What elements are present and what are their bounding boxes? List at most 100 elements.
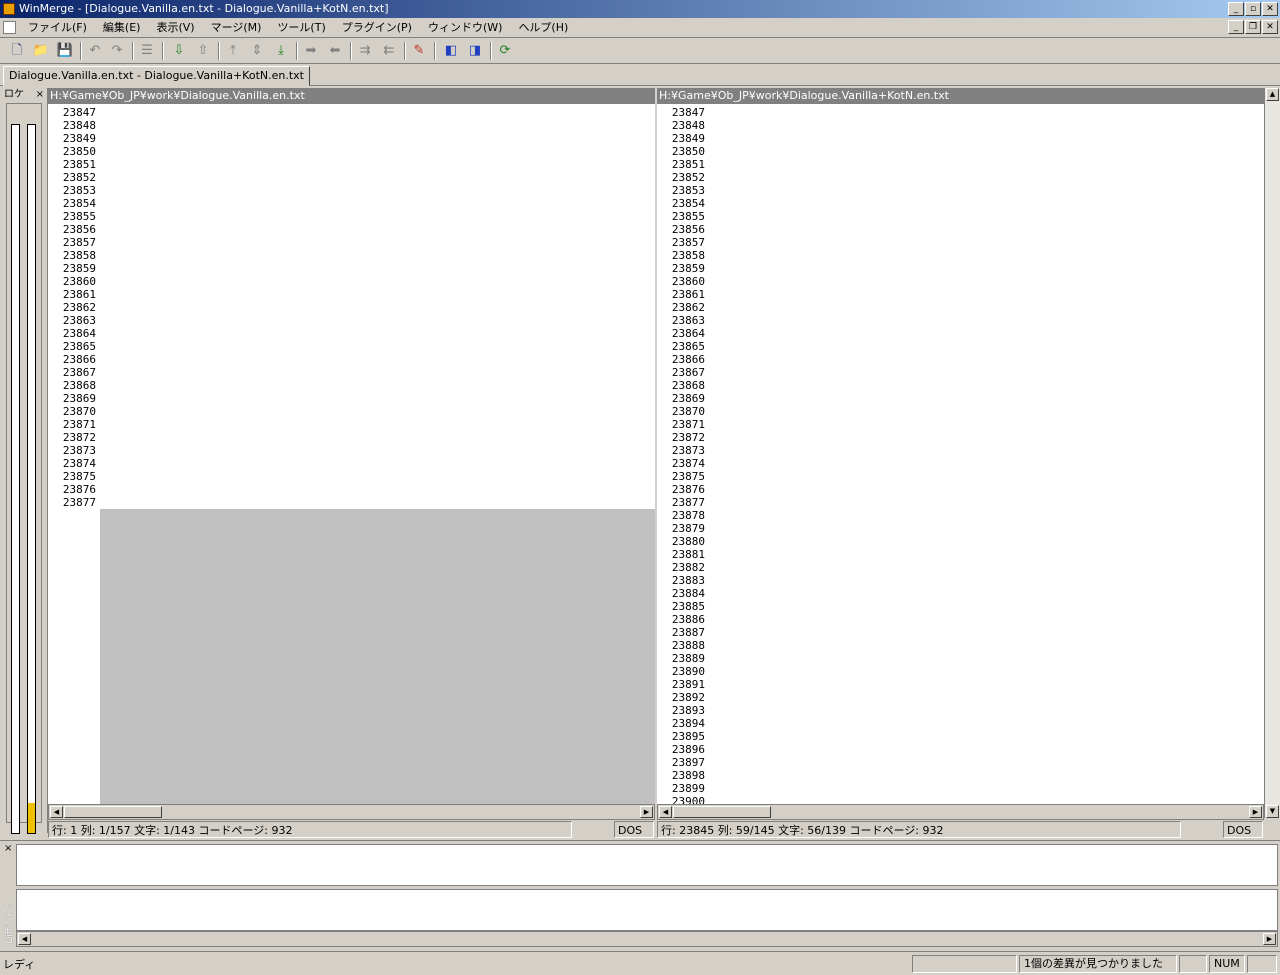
text-line[interactable]: 23849FormID: 0018D88FTrainingConjuration…: [657, 132, 1264, 145]
text-line[interactable]: 23856FormID: 0018D924SQ08SQ08Wine2Oh! I …: [48, 223, 655, 236]
text-line[interactable]: 23855FormID: 0018D924SQ08SQ08Wine1These …: [657, 210, 1264, 223]
diff-pane-right[interactable]: [16, 889, 1278, 931]
compare-icon[interactable]: ◧: [442, 42, 460, 60]
scroll-right-arrow[interactable]: ▶: [640, 806, 653, 818]
text-line[interactable]: 23862FormID: 0018D929SQ08HELLO 0So, what…: [48, 301, 655, 314]
menu-view[interactable]: 表示(V): [148, 18, 202, 38]
refresh-icon[interactable]: ⟳: [496, 42, 514, 60]
text-line[interactable]: 23858FormID: 0018D925SQFINSQ08Wine0You h…: [48, 249, 655, 262]
copy-all-left-icon[interactable]: ⇇: [380, 42, 398, 60]
last-diff-icon[interactable]: ⤓: [272, 42, 290, 60]
diff-line[interactable]: 23896FormID: 01002911ND00GREETING0Please…: [657, 743, 1264, 756]
prev-diff-icon[interactable]: ⇧: [194, 42, 212, 60]
doc-close-button[interactable]: ✕: [1262, 20, 1278, 34]
text-line[interactable]: 23875FormID: 0018D935SQFINGREETING0Welco…: [657, 470, 1264, 483]
compare-selection-icon[interactable]: ◨: [466, 42, 484, 60]
scroll-down-arrow[interactable]: ▼: [1266, 805, 1279, 818]
text-line[interactable]: 23874FormID: 0018D92ESQ08ShadowbanishWin…: [657, 457, 1264, 470]
text-line[interactable]: 23874FormID: 0018D92ESQ08ShadowbanishWin…: [48, 457, 655, 470]
text-line[interactable]: 23850FormID: 0018D88FTrainingConjuration…: [48, 145, 655, 158]
text-line[interactable]: 23854FormID: 0018D924SQ08SQ08Wine0I'm at…: [48, 197, 655, 210]
text-line[interactable]: 23862FormID: 0018D929SQ08HELLO 0So, what…: [657, 301, 1264, 314]
right-horizontal-scrollbar[interactable]: ◀ ▶: [657, 804, 1264, 820]
doc-minimize-button[interactable]: _: [1228, 20, 1244, 34]
text-line[interactable]: 23869FormID: 0018D92DSQ08SQ08Wine2Say, t…: [657, 392, 1264, 405]
text-line[interactable]: 23876FormID: 0018D936SQFINHELLO 0Back ag…: [657, 483, 1264, 496]
close-button[interactable]: ✕: [1262, 2, 1278, 16]
text-line[interactable]: 23847FormID: 0018D88ETrainingMysticismTr…: [657, 106, 1264, 119]
text-line[interactable]: 23860FormID: 0018D927SQ08GOODBYE 0Have a…: [657, 275, 1264, 288]
text-line[interactable]: 23852FormID: 0018D892TrainingConjuration…: [48, 171, 655, 184]
diff-line[interactable]: 23892FormID: 0100290FND02GREETING0By the…: [657, 691, 1264, 704]
doc-restore-button[interactable]: ❐: [1245, 20, 1261, 34]
diff-line[interactable]: 23884FormID: 0100290CND10FINGREETING0Com…: [657, 587, 1264, 600]
tab-document[interactable]: Dialogue.Vanilla.en.txt - Dialogue.Vanil…: [3, 66, 310, 86]
diff-line[interactable]: 23885FormID: 0100290DND10FINGREETING0Lor…: [657, 600, 1264, 613]
menu-merge[interactable]: マージ(M): [203, 18, 270, 38]
diff-line[interactable]: 23878FormID: 01002908ND04GREETING0You ha…: [657, 509, 1264, 522]
save-icon[interactable]: 💾: [56, 42, 74, 60]
diff-line[interactable]: 23883FormID: 0100290BNDPilgrimGREETING0 …: [657, 574, 1264, 587]
text-line[interactable]: 23871FormID: 0018D92ESQ08ShadowbanishWin…: [48, 418, 655, 431]
diff-line[interactable]: 23895FormID: 01002910ND09GREETING2The ti…: [657, 730, 1264, 743]
scroll-thumb[interactable]: [64, 806, 162, 818]
text-line[interactable]: 23850FormID: 0018D88FTrainingConjuration…: [657, 145, 1264, 158]
diff-line[interactable]: 23890FormID: 0100290END02GREETING1Step f…: [657, 665, 1264, 678]
options-icon[interactable]: ☰: [138, 42, 156, 60]
location-pane-close-icon[interactable]: ×: [36, 88, 44, 102]
text-line[interactable]: 23872FormID: 0018D92ESQ08ShadowbanishWin…: [48, 431, 655, 444]
scroll-up-arrow[interactable]: ▲: [1266, 88, 1279, 101]
diff-line[interactable]: 23887FormID: 0100290DND10FINGREETING2You…: [657, 626, 1264, 639]
text-line[interactable]: 23868FormID: 0018D92DSQ08SQ08Wine1But on…: [48, 379, 655, 392]
minimize-button[interactable]: _: [1228, 2, 1244, 16]
diff-line[interactable]: 23891FormID: 0100290END02GREETING2No unw…: [657, 678, 1264, 691]
diff-line[interactable]: 23889FormID: 0100290END02GREETING0By the…: [657, 652, 1264, 665]
copy-all-right-icon[interactable]: ⇉: [356, 42, 374, 60]
text-line[interactable]: 23854FormID: 0018D924SQ08SQ08Wine0I'm at…: [657, 197, 1264, 210]
diff-line[interactable]: 23897FormID: 01002912ND00GREETING0Do you…: [657, 756, 1264, 769]
text-line[interactable]: 23872FormID: 0018D92ESQ08ShadowbanishWin…: [657, 431, 1264, 444]
diff-line[interactable]: 23899FormID: 01002913ND00GREETING1It'd b…: [657, 782, 1264, 795]
text-line[interactable]: 23861FormID: 0018D928SQ08HELLO 0Welcome …: [657, 288, 1264, 301]
left-horizontal-scrollbar[interactable]: ◀ ▶: [48, 804, 655, 820]
text-line[interactable]: 23860FormID: 0018D927SQ08GOODBYE 0Have a…: [48, 275, 655, 288]
diff-line[interactable]: 23886FormID: 0100290DND10FINGREETING1You…: [657, 613, 1264, 626]
menu-edit[interactable]: 編集(E): [95, 18, 149, 38]
right-editor[interactable]: 23847FormID: 0018D88ETrainingMysticismTr…: [657, 106, 1264, 818]
text-line[interactable]: 23856FormID: 0018D924SQ08SQ08Wine2Oh! I …: [657, 223, 1264, 236]
text-line[interactable]: 23875FormID: 0018D935SQFINGREETING0Welco…: [48, 470, 655, 483]
menu-help[interactable]: ヘルプ(H): [510, 18, 576, 38]
text-line[interactable]: 23870FormID: 0018D92DSQ08SQ08Wine3All I …: [48, 405, 655, 418]
diff-pane-scrollbar[interactable]: ◀ ▶: [16, 931, 1278, 947]
text-line[interactable]: 23849FormID: 0018D88FTrainingConjuration…: [48, 132, 655, 145]
menu-tools[interactable]: ツール(T): [269, 18, 333, 38]
scroll-left-arrow[interactable]: ◀: [659, 806, 672, 818]
diff-line[interactable]: 23879FormID: 01002908ND04GREETING1But fo…: [657, 522, 1264, 535]
scroll-left-arrow[interactable]: ◀: [18, 933, 31, 945]
diff-line[interactable]: 23881FormID: 01002909NDPilgrimGREETING0 …: [657, 548, 1264, 561]
diff-pane-left[interactable]: [16, 844, 1278, 886]
left-editor[interactable]: 23847FormID: 0018D88ETrainingMysticismTr…: [48, 106, 655, 818]
text-line[interactable]: 23861FormID: 0018D928SQ08HELLO 0Welcome …: [48, 288, 655, 301]
copy-left-icon[interactable]: ⬅: [326, 42, 344, 60]
open-folder-icon[interactable]: 📁: [32, 42, 50, 60]
redo-icon[interactable]: ↷: [108, 42, 126, 60]
text-line[interactable]: 23876FormID: 0018D936SQFINHELLO 0Back ag…: [48, 483, 655, 496]
right-vertical-scrollbar[interactable]: ▲ ▼: [1264, 88, 1280, 818]
text-line[interactable]: 23864FormID: 0018D92BSQ08SQ08Wine0By the…: [48, 327, 655, 340]
menu-window[interactable]: ウィンドウ(W): [420, 18, 510, 38]
diff-line[interactable]: 23880FormID: 01002908ND04GREETING2And no…: [657, 535, 1264, 548]
edit-icon[interactable]: ✎: [410, 42, 428, 60]
text-line[interactable]: 23865FormID: 0018D92BSQ08SQ08Wine1Hang o…: [48, 340, 655, 353]
text-line[interactable]: 23873FormID: 0018D92ESQ08ShadowbanishWin…: [657, 444, 1264, 457]
text-line[interactable]: 23857FormID: 0018D924SQ08SQ08Wine3I'll t…: [657, 236, 1264, 249]
diff-line[interactable]: 23893FormID: 01002910ND09GREETING0You ha…: [657, 704, 1264, 717]
diff-line[interactable]: 23898FormID: 01002913ND00GREETING0Sergiu…: [657, 769, 1264, 782]
text-line[interactable]: 23857FormID: 0018D924SQ08SQ08Wine3I'll t…: [48, 236, 655, 249]
text-line[interactable]: 23869FormID: 0018D92DSQ08SQ08Wine2Say, t…: [48, 392, 655, 405]
diff-line[interactable]: 23888FormID: 0100290DND10FINGREETING3We …: [657, 639, 1264, 652]
current-diff-icon[interactable]: ⇕: [248, 42, 266, 60]
text-line[interactable]: 23858FormID: 0018D925SQFINSQ08Wine0You h…: [657, 249, 1264, 262]
text-line[interactable]: 23848FormID: 0018D88ETrainingMysticismTr…: [657, 119, 1264, 132]
text-line[interactable]: 23866FormID: 0018D92CSQ08GREETING0Any lu…: [48, 353, 655, 366]
